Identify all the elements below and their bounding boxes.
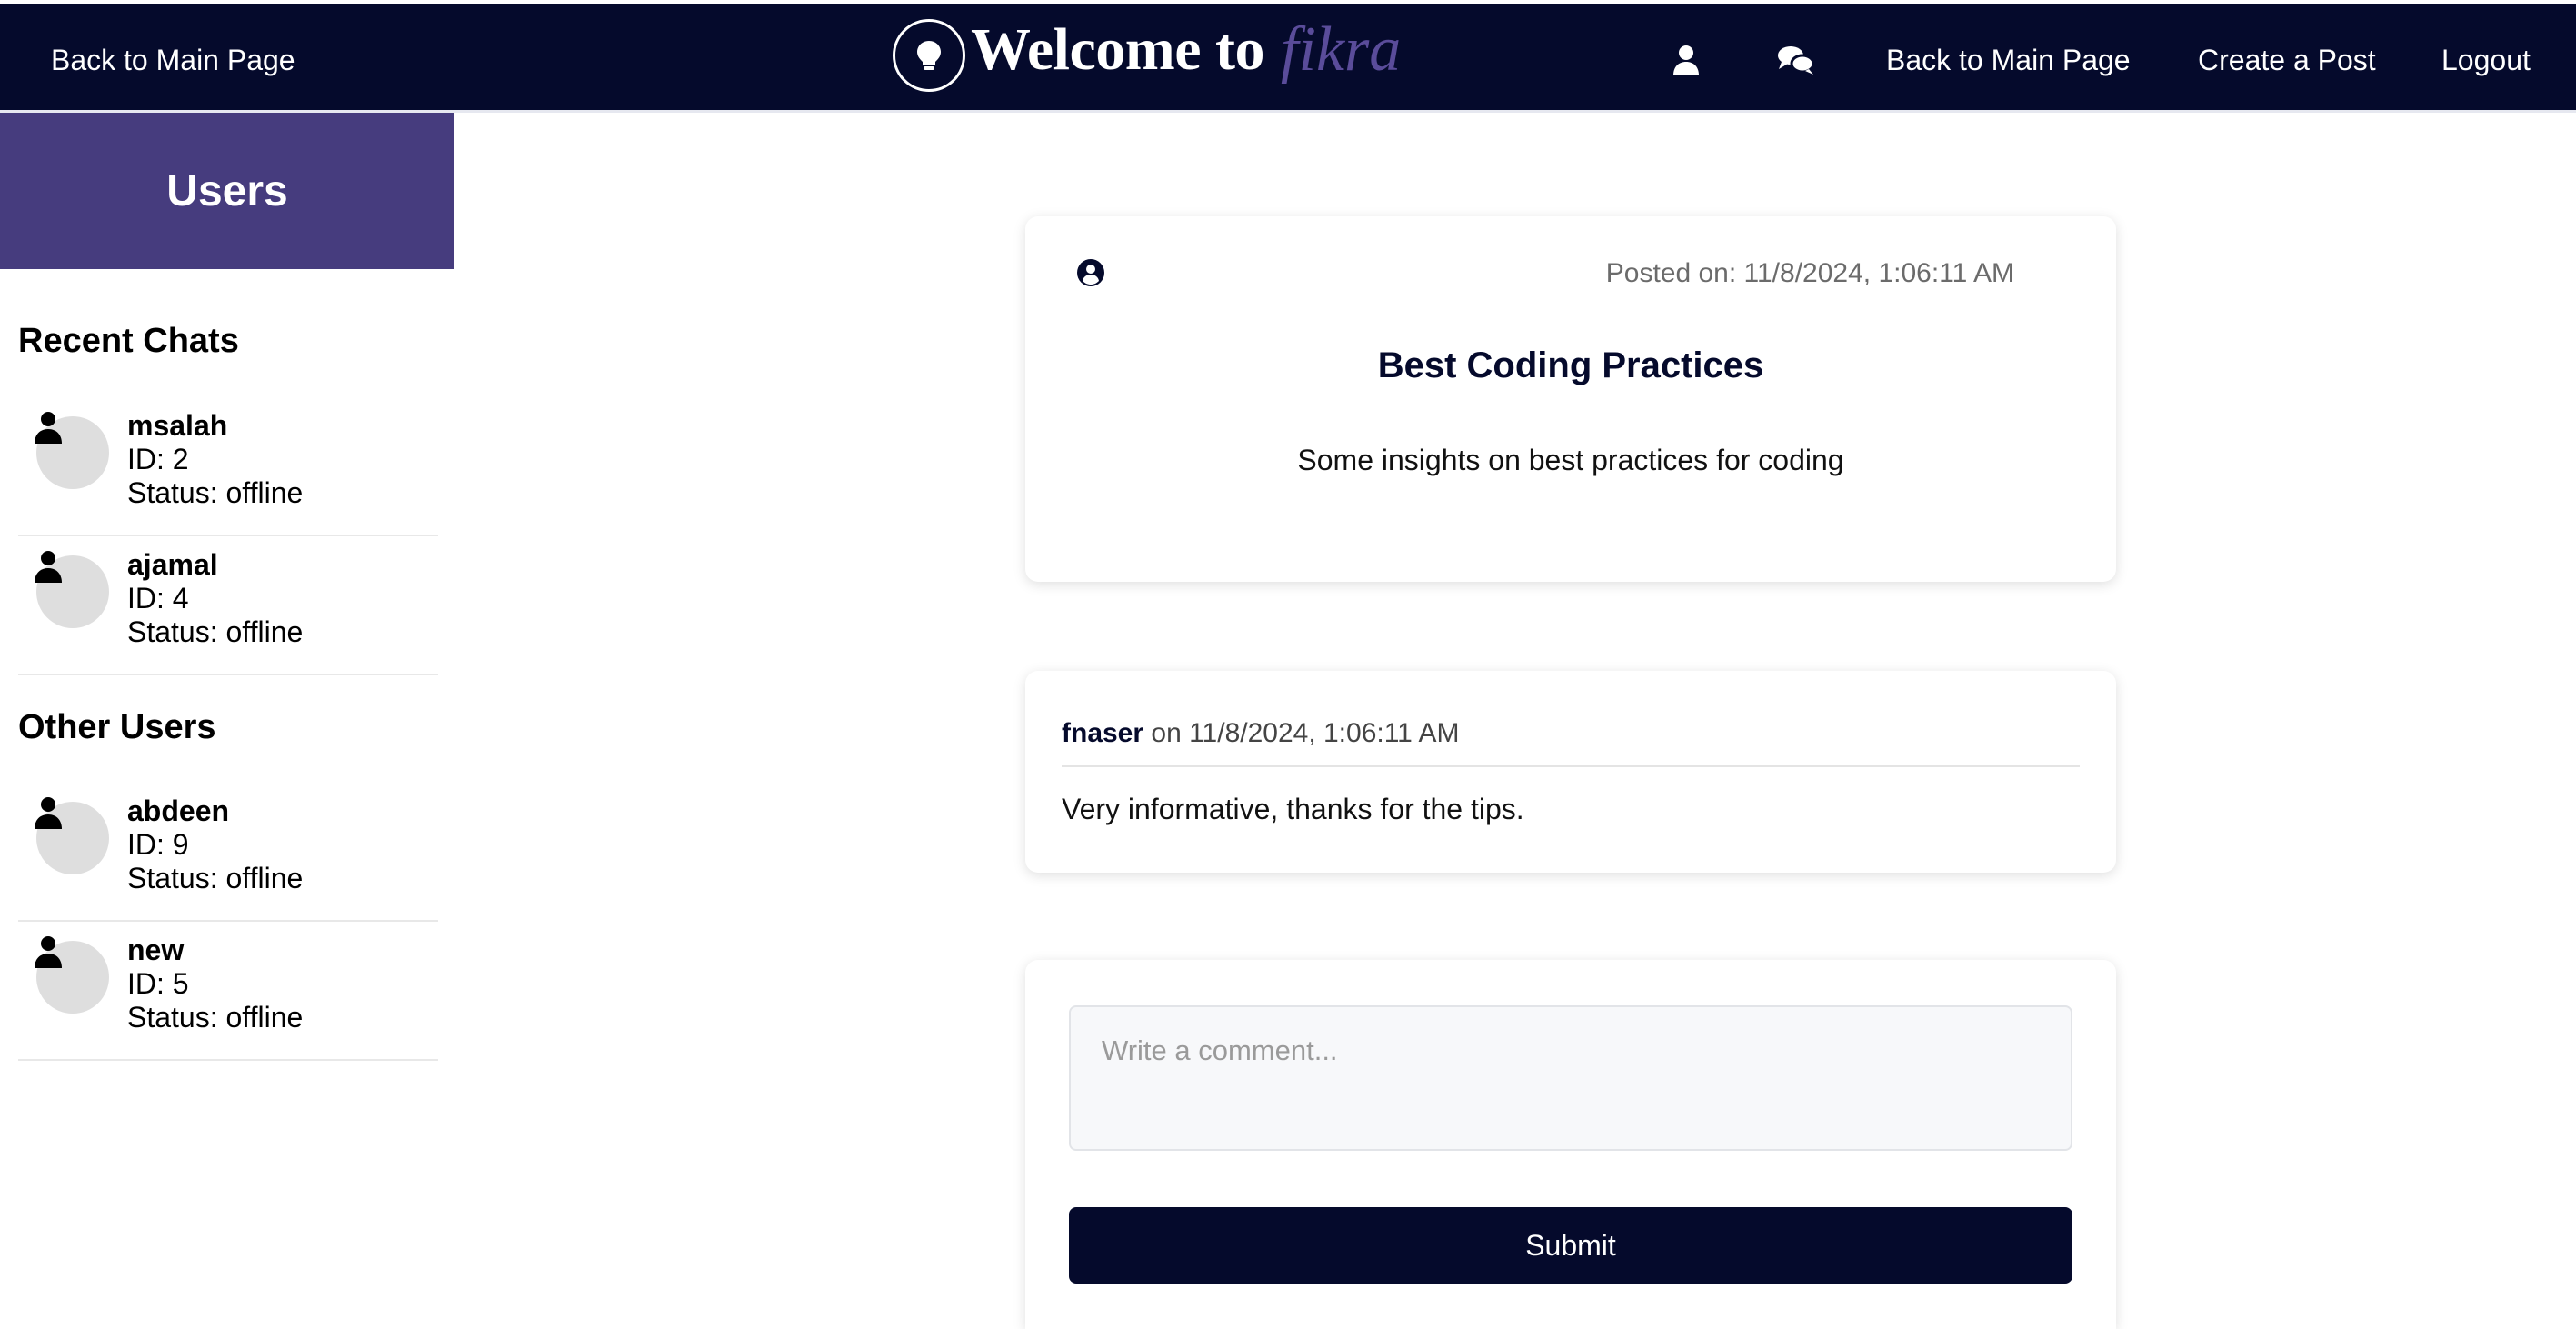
user-item-msalah[interactable]: msalah ID: 2 Status: offline [18, 396, 438, 536]
post-card: Posted on: 11/8/2024, 1:06:11 AM Best Co… [1025, 216, 2116, 582]
post-title: Best Coding Practices [1377, 345, 1764, 385]
top-navbar: Back to Main Page Welcome to fikra Back … [0, 4, 2576, 113]
sidebar-title: Users [166, 166, 288, 215]
avatar [35, 412, 109, 489]
user-info: ajamal ID: 4 Status: offline [127, 548, 303, 649]
comment-card: fnaser on 11/8/2024, 1:06:11 AM Very inf… [1025, 671, 2116, 873]
create-post-link[interactable]: Create a Post [2198, 44, 2376, 77]
user-icon[interactable] [1664, 38, 1708, 82]
chat-icon[interactable] [1771, 38, 1822, 82]
user-info: new ID: 5 Status: offline [127, 934, 303, 1034]
user-name: abdeen [127, 794, 230, 827]
user-status: Status: offline [127, 615, 304, 648]
brand-name: fikra [1281, 15, 1402, 85]
user-info: msalah ID: 2 Status: offline [127, 409, 303, 510]
avatar [35, 797, 109, 874]
person-icon [35, 551, 62, 583]
user-status: Status: offline [127, 476, 304, 509]
comment-input[interactable] [1069, 1005, 2072, 1151]
user-status: Status: offline [127, 862, 304, 894]
post-timestamp: Posted on: 11/8/2024, 1:06:11 AM [1605, 258, 2014, 288]
avatar [35, 936, 109, 1014]
user-id: ID: 5 [127, 967, 189, 1000]
back-to-main-link[interactable]: Back to Main Page [1886, 44, 2131, 77]
comment-form: Submit [1025, 960, 2116, 1329]
user-id: ID: 4 [127, 582, 189, 615]
comment-divider [1062, 765, 2080, 767]
user-id: ID: 2 [127, 443, 189, 475]
submit-button[interactable]: Submit [1069, 1207, 2072, 1284]
user-item-ajamal[interactable]: ajamal ID: 4 Status: offline [18, 535, 438, 675]
user-item-abdeen[interactable]: abdeen ID: 9 Status: offline [18, 782, 438, 922]
user-name: new [127, 934, 185, 966]
user-name: msalah [127, 409, 228, 442]
user-name: ajamal [127, 548, 218, 581]
user-id: ID: 9 [127, 828, 189, 861]
user-item-new[interactable]: new ID: 5 Status: offline [18, 921, 438, 1061]
comment-date: on 11/8/2024, 1:06:11 AM [1151, 718, 1460, 748]
other-users-heading: Other Users [18, 708, 216, 746]
sidebar-header: Users [0, 113, 454, 269]
person-icon [35, 936, 62, 968]
comment-author[interactable]: fnaser [1062, 718, 1143, 748]
lightbulb-icon [893, 19, 965, 92]
comment-meta: fnaser on 11/8/2024, 1:06:11 AM [1062, 718, 1460, 749]
brand: Welcome to fikra [893, 9, 1402, 92]
brand-welcome-text: Welcome to [971, 16, 1265, 83]
users-sidebar: Users Recent Chats msalah ID: 2 Status: … [0, 113, 454, 1329]
user-info: abdeen ID: 9 Status: offline [127, 794, 303, 895]
recent-chats-heading: Recent Chats [18, 322, 239, 360]
back-to-main-link-left[interactable]: Back to Main Page [51, 44, 295, 77]
user-circle-icon [1076, 258, 1105, 292]
person-icon [35, 797, 62, 829]
person-icon [35, 412, 62, 444]
avatar [35, 551, 109, 628]
post-body: Some insights on best practices for codi… [1297, 444, 1844, 476]
logout-link[interactable]: Logout [2441, 44, 2531, 77]
user-status: Status: offline [127, 1001, 304, 1034]
comment-text: Very informative, thanks for the tips. [1062, 793, 1524, 825]
